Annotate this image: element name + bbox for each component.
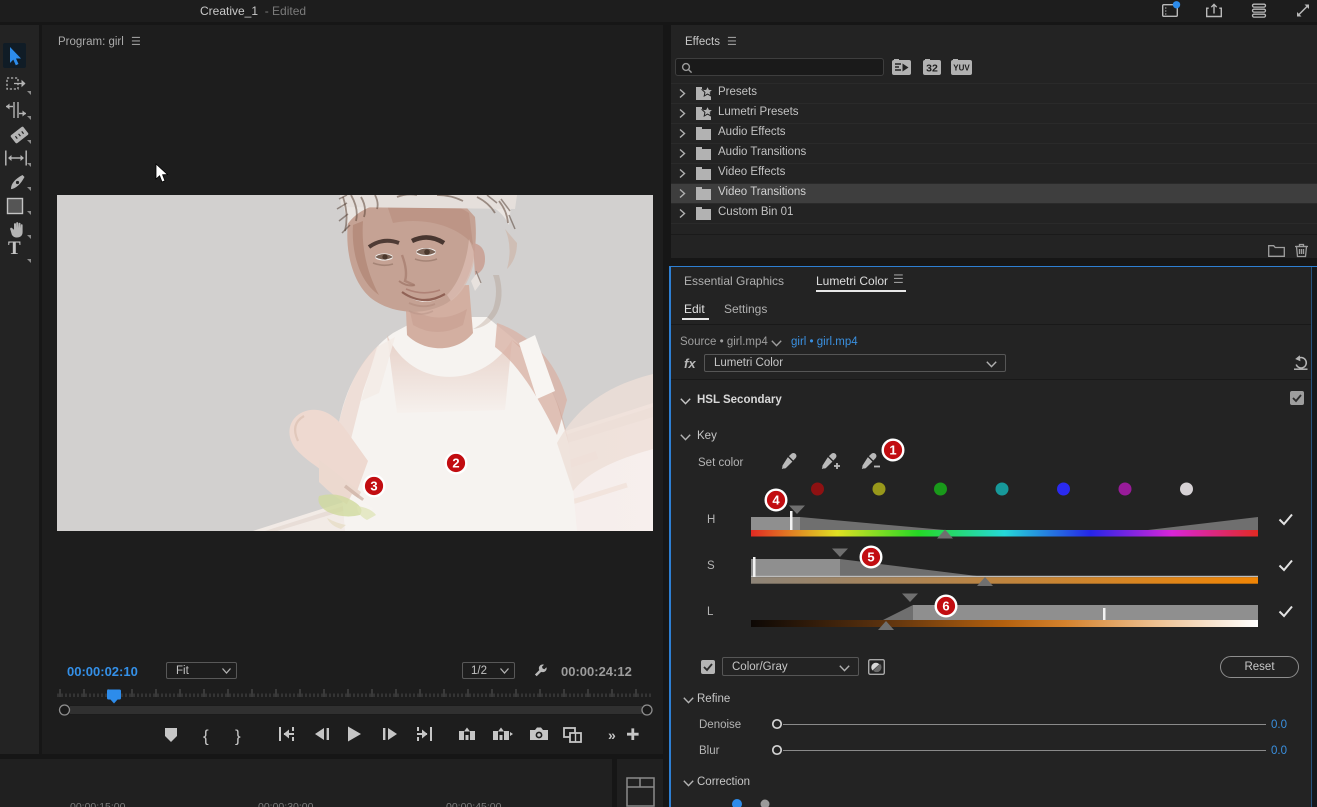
svg-text:}: } [235,727,241,746]
svg-text:{: { [203,727,209,746]
svg-text:3: 3 [370,479,377,494]
svg-text:6: 6 [942,599,949,614]
svg-text:5: 5 [867,550,874,565]
svg-text:YUV: YUV [953,64,970,73]
svg-text:1: 1 [889,443,896,458]
svg-text:32: 32 [926,63,938,75]
svg-text:T: T [8,238,21,259]
svg-text:»: » [608,727,616,743]
svg-text:2: 2 [452,456,459,471]
svg-text:4: 4 [772,493,780,508]
